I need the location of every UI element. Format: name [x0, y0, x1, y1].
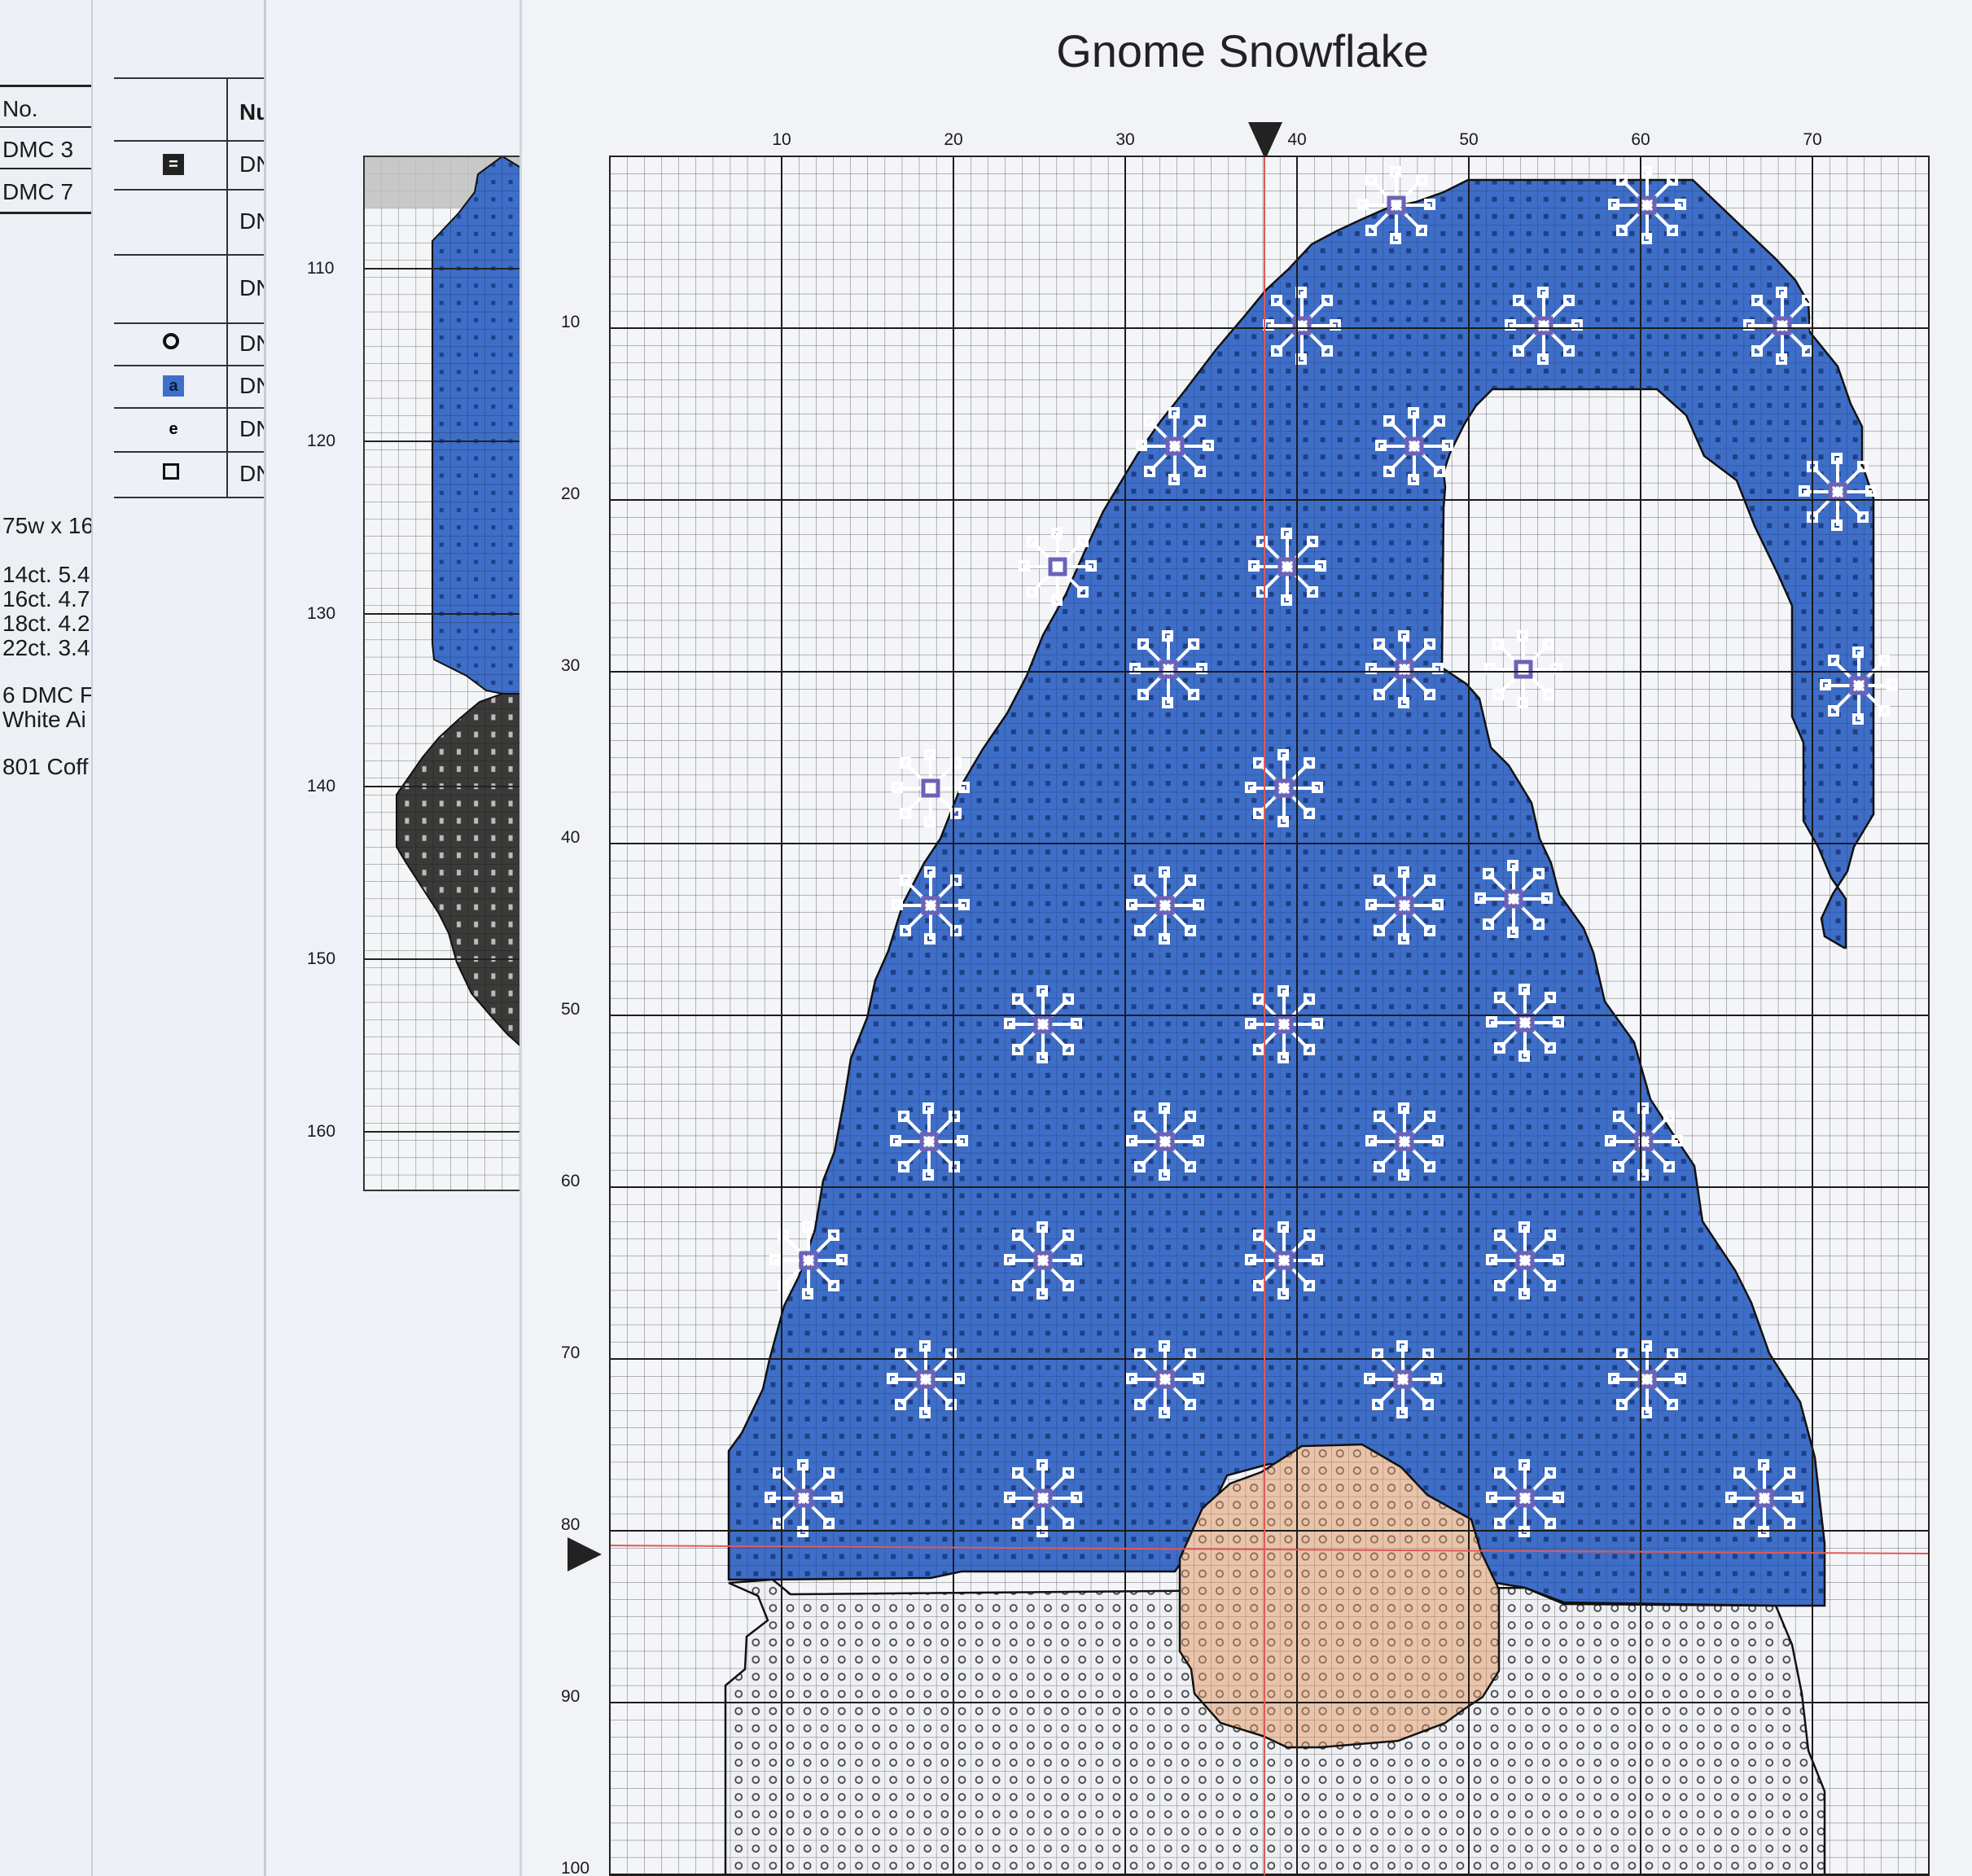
- key-rule: [114, 322, 265, 324]
- key-rule: [114, 189, 265, 191]
- legend-row: DMC 7: [2, 179, 74, 204]
- blank-symbol-1-icon: [163, 211, 184, 232]
- legend-rule-top: [0, 85, 91, 87]
- thread-line-3: 801 Coff: [2, 754, 89, 779]
- square-symbol-icon: [163, 463, 179, 480]
- key-rule: [114, 497, 265, 498]
- fabric-size-16: 16ct. 4.7: [2, 586, 90, 611]
- key-rule: [114, 254, 265, 256]
- main-chart-sheet: Gnome Snowflake 10 20 30 40 50 60 70 10 20 30 40 5…: [519, 0, 1972, 1876]
- thread-line-2: White Ai: [2, 707, 86, 732]
- equals-symbol-icon: =: [163, 154, 184, 175]
- thread-line-1: 6 DMC F: [2, 682, 91, 708]
- key-rule: [114, 407, 265, 409]
- key-rule: [114, 77, 265, 79]
- fabric-size-22: 22ct. 3.4: [2, 635, 90, 660]
- design-size: 75w x 16: [2, 513, 91, 538]
- key-row-label: DN: [239, 331, 265, 356]
- key-rule: [114, 365, 265, 366]
- key-row-label: DN: [239, 151, 265, 177]
- chart-continuation-sheet: 110 120 130 140 150 160: [264, 0, 524, 1876]
- continuation-grid: [363, 155, 524, 1191]
- legend-rule: [0, 126, 91, 128]
- legend-sheet-partial: No. DMC 3 DMC 7 75w x 16 14ct. 5.4 16ct.…: [0, 0, 91, 1876]
- key-rule: [114, 451, 265, 453]
- fabric-size-14: 14ct. 5.4: [2, 562, 90, 587]
- legend-header-no: No.: [2, 96, 38, 121]
- key-rule: [114, 140, 265, 142]
- key-header: Nu: [239, 99, 265, 125]
- a-symbol-icon: a: [163, 375, 184, 397]
- e-symbol-icon: e: [169, 419, 178, 438]
- legend-row: DMC 3: [2, 137, 74, 162]
- key-row-label: DN: [239, 275, 265, 300]
- key-row-label: DN: [239, 416, 265, 441]
- key-row-label: DN: [239, 373, 265, 398]
- key-row-label: DN: [239, 208, 265, 234]
- legend-rule: [0, 168, 91, 169]
- circle-symbol-icon: [163, 333, 179, 349]
- blank-symbol-2-icon: [163, 278, 184, 299]
- legend-rule-bottom: [0, 212, 91, 214]
- cross-stitch-chart: [609, 156, 1930, 1876]
- symbol-key-sheet-partial: Nu = DN DN DN DN a DN e DN DN: [91, 0, 265, 1876]
- fabric-size-18: 18ct. 4.2: [2, 611, 90, 636]
- key-row-label: DN: [239, 461, 265, 486]
